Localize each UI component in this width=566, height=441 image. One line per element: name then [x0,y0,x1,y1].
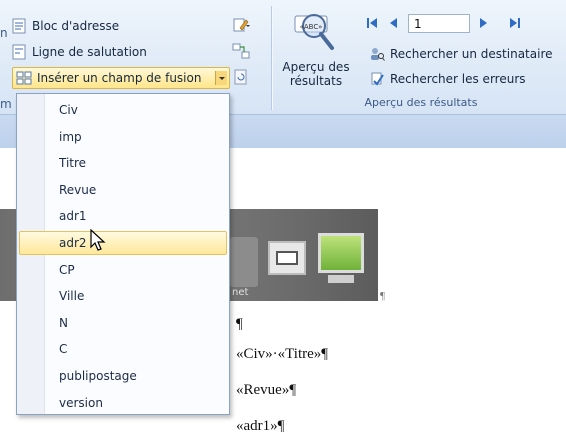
greeting-line-button[interactable]: Ligne de salutation [8,42,150,62]
insert-merge-field-button[interactable]: Insérer un champ de fusion [12,67,230,89]
previous-record-icon [390,18,397,28]
image-monitor-shape [318,233,364,273]
greeting-line-icon [12,44,26,60]
find-recipient-icon [371,48,385,61]
menu-item-imp[interactable]: imp [19,125,227,149]
address-block-button[interactable]: Bloc d'adresse [8,16,122,36]
image-device-shape [230,237,258,287]
menu-item-civ[interactable]: Civ [19,98,227,122]
first-record-button[interactable] [362,13,382,33]
magnifier-abc-icon: «ABC» [294,14,334,50]
preview-results-label-line2: résultats [289,74,343,88]
image-monitor-stand [328,275,354,283]
address-block-label: Bloc d'adresse [32,19,120,33]
rules-icon[interactable] [232,16,250,34]
left-edge-label-2: m [0,97,12,111]
abc-icon-text: «ABC» [300,23,323,31]
menu-item-revue[interactable]: Revue [19,178,227,202]
record-number-input[interactable] [408,14,470,33]
merge-line-civ-titre[interactable]: «Civ»·«Titre»¶ [236,346,328,363]
find-recipient-button[interactable]: Rechercher un destinataire [366,44,556,64]
address-block-icon [12,18,26,34]
greeting-line-label: Ligne de salutation [32,45,147,59]
menu-item-publipostage[interactable]: publipostage [19,364,227,388]
group-separator [271,6,272,110]
preview-results-label-line1: Aperçu des [282,60,350,74]
find-errors-label: Rechercher les erreurs [390,72,526,86]
menu-item-ville[interactable]: Ville [19,284,227,308]
merge-field-dropdown-menu: Civ imp Titre Revue adr1 adr2 CP Ville N Cpublipo… [16,93,230,415]
mouse-cursor-icon [90,229,106,251]
menu-item-adr2[interactable]: adr2 [19,231,227,255]
pilcrow-after-image: ¶ [380,290,385,302]
previous-record-button[interactable] [384,13,404,33]
find-recipient-label: Rechercher un destinataire [390,47,553,61]
first-record-icon [367,18,377,28]
find-errors-icon [371,72,384,86]
next-record-button[interactable] [473,13,493,33]
merge-line-revue[interactable]: «Revue»¶ [236,382,296,399]
menu-item-cp[interactable]: CP [19,258,227,282]
image-caption-text: net [232,287,249,298]
chevron-down-icon[interactable] [215,71,227,85]
find-errors-button[interactable]: Rechercher les erreurs [366,69,529,89]
last-record-icon [510,18,520,28]
next-record-icon [480,18,487,28]
preview-group-label: Aperçu des résultats [364,96,478,109]
image-window-shape [268,241,306,275]
menu-item-adr1[interactable]: adr1 [19,204,227,228]
merge-line-adr1[interactable]: «adr1»¶ [236,418,284,435]
menu-item-titre[interactable]: Titre [19,151,227,175]
left-edge-label: n [0,26,8,40]
last-record-button[interactable] [505,13,525,33]
preview-results-button[interactable]: «ABC» Aperçu des résultats [276,6,356,94]
menu-item-version[interactable]: version [19,391,227,415]
merge-field-icon [16,71,32,85]
match-fields-icon[interactable] [232,42,250,60]
menu-item-n[interactable]: N [19,311,227,335]
insert-merge-field-label: Insérer un champ de fusion [37,71,202,85]
empty-paragraph-mark: ¶ [236,316,243,332]
update-labels-icon[interactable] [232,68,250,86]
menu-item-c[interactable]: C [19,337,227,361]
